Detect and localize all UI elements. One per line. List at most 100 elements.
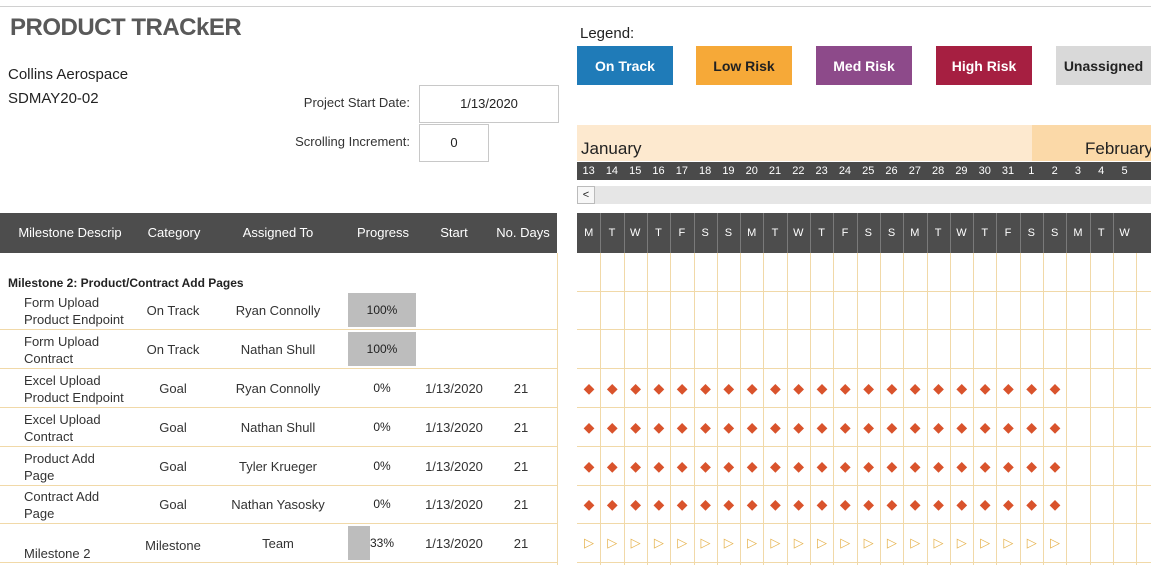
diamond-icon: ◆ bbox=[630, 380, 641, 396]
grid-vline bbox=[786, 253, 788, 565]
project-start-label: Project Start Date: bbox=[303, 95, 410, 110]
diamond-icon: ◆ bbox=[863, 496, 874, 512]
grid-hline bbox=[577, 329, 1151, 330]
category-cell: Goal bbox=[159, 497, 187, 512]
day-number: 13 bbox=[582, 165, 595, 177]
flag-icon: ▷ bbox=[886, 535, 897, 550]
diamond-icon: ◆ bbox=[839, 380, 851, 396]
day-number-row: 13 14 15 16 17 18 19 20 21 22 23 24 25 26 27 28 29 30 31 1 2… bbox=[577, 162, 1151, 180]
diamond-icon: ◆ bbox=[746, 380, 758, 396]
assigned-cell: Tyler Krueger bbox=[238, 459, 318, 474]
col-header-category[interactable]: Category bbox=[140, 213, 208, 253]
flag-icon: ▷ bbox=[770, 535, 781, 550]
desc-line-2: Contract bbox=[24, 351, 74, 366]
day-number: 21 bbox=[768, 165, 782, 177]
row-divider bbox=[0, 407, 557, 408]
row-divider bbox=[0, 368, 557, 369]
weekday-separator bbox=[623, 213, 625, 253]
day-number: 20 bbox=[745, 165, 758, 177]
day-number: 27 bbox=[908, 165, 921, 177]
days-cell: 21 bbox=[513, 420, 529, 435]
diamond-icon: ◆ bbox=[909, 458, 921, 474]
weekday-header-row: MTWTFSSMTWTFSSMTWTFSSMTW bbox=[577, 213, 1151, 253]
progress-cell: 33% bbox=[369, 536, 395, 550]
table-row[interactable]: Excel Upload Contract Goal Nathan Shull 0% 1/… bbox=[0, 409, 557, 447]
weekday-label: T bbox=[934, 227, 942, 239]
diamond-icon: ◆ bbox=[933, 496, 944, 512]
diamond-icon: ◆ bbox=[1003, 496, 1014, 512]
assigned-cell: Nathan Shull bbox=[240, 342, 316, 357]
legend-unassigned: Unassigned bbox=[1056, 46, 1151, 85]
scrolling-increment-input[interactable]: 0 bbox=[419, 124, 489, 162]
days-cell: 21 bbox=[513, 536, 529, 551]
weekday-separator bbox=[1066, 213, 1068, 253]
weekday-label: S bbox=[887, 227, 896, 239]
diamond-icon: ◆ bbox=[979, 380, 991, 396]
diamond-icon: ◆ bbox=[886, 458, 898, 474]
day-number: 4 bbox=[1098, 165, 1105, 177]
table-row[interactable]: Form Upload Product Endpoint On Track Ryan … bbox=[0, 292, 557, 330]
col-header-assigned[interactable]: Assigned To bbox=[210, 213, 346, 253]
grid-hline bbox=[577, 291, 1151, 292]
weekday-separator bbox=[786, 213, 788, 253]
project-code: SDMAY20-02 bbox=[8, 90, 99, 107]
flag-icon: ▷ bbox=[1003, 535, 1014, 550]
weekday-label: T bbox=[1097, 227, 1105, 239]
diamond-icon: ◆ bbox=[770, 496, 781, 512]
diamond-icon: ◆ bbox=[793, 458, 805, 474]
grid-vline bbox=[1136, 253, 1138, 565]
diamond-icon: ◆ bbox=[746, 458, 758, 474]
scroll-left-button[interactable]: < bbox=[577, 186, 595, 204]
diamond-icon: ◆ bbox=[676, 380, 688, 396]
desc-line-2: Page bbox=[24, 506, 55, 521]
diamond-icon: ◆ bbox=[839, 496, 851, 512]
col-header-milestone[interactable]: Milestone Descrip bbox=[0, 213, 140, 253]
start-cell: 1/13/2020 bbox=[425, 459, 483, 474]
diamond-icon: ◆ bbox=[606, 380, 618, 396]
grid-vline bbox=[740, 253, 742, 565]
month-band-january bbox=[577, 125, 1032, 161]
diamond-icon: ◆ bbox=[723, 458, 735, 474]
diamond-icon: ◆ bbox=[979, 496, 991, 512]
diamond-icon: ◆ bbox=[863, 458, 874, 474]
diamond-icon: ◆ bbox=[1049, 380, 1061, 396]
category-cell: Goal bbox=[159, 420, 187, 435]
table-row[interactable]: Product Add Page Goal Tyler Krueger 0% 1/13/2… bbox=[0, 448, 557, 486]
col-header-start[interactable]: Start bbox=[420, 213, 488, 253]
project-start-input[interactable]: 1/13/2020 bbox=[419, 85, 559, 123]
table-row[interactable]: Contract Add Page Goal Nathan Yasosky 0% 1/13… bbox=[0, 486, 557, 524]
table-row[interactable]: Milestone 2 Milestone Team 33% 1/13/2020 21 bbox=[0, 525, 557, 563]
timeline-scrollbar[interactable] bbox=[577, 186, 1151, 204]
flag-icon: ▷ bbox=[1026, 535, 1037, 550]
col-header-progress[interactable]: Progress bbox=[348, 213, 418, 253]
weekday-label: S bbox=[864, 227, 872, 239]
day-number: 22 bbox=[792, 165, 805, 177]
table-row[interactable]: Form Upload Contract On Track Nathan Shull 1… bbox=[0, 331, 557, 369]
legend-high-risk: High Risk bbox=[936, 46, 1032, 85]
weekday-label: M bbox=[1073, 227, 1083, 239]
desc-line-1: Excel Upload bbox=[24, 412, 101, 427]
grid-vline bbox=[670, 253, 672, 565]
milestone-desc: Excel Upload Contract bbox=[24, 411, 144, 445]
table-row[interactable]: Excel Upload Product Endpoint Goal Ryan Con… bbox=[0, 370, 557, 408]
diamond-icon: ◆ bbox=[700, 496, 711, 512]
month-label-january: January bbox=[581, 139, 642, 158]
flag-icon: ▷ bbox=[910, 535, 921, 550]
grid-vline bbox=[716, 253, 718, 565]
grid-hline bbox=[577, 523, 1151, 524]
legend-low-risk: Low Risk bbox=[696, 46, 792, 85]
col-header-days[interactable]: No. Days bbox=[490, 213, 556, 253]
assigned-cell: Nathan Yasosky bbox=[231, 497, 325, 512]
row-divider bbox=[0, 329, 557, 330]
day-number: 29 bbox=[955, 165, 968, 177]
days-cell: 21 bbox=[513, 381, 529, 396]
grid-vline bbox=[1112, 253, 1114, 565]
flag-icon: ▷ bbox=[863, 535, 874, 550]
diamond-icon: ◆ bbox=[1049, 419, 1061, 435]
grid-vline bbox=[623, 253, 625, 565]
weekday-label: T bbox=[818, 227, 826, 239]
diamond-icon: ◆ bbox=[700, 419, 711, 435]
diamond-icon: ◆ bbox=[676, 496, 688, 512]
diamond-icon: ◆ bbox=[676, 419, 688, 435]
diamond-icon: ◆ bbox=[956, 496, 968, 512]
